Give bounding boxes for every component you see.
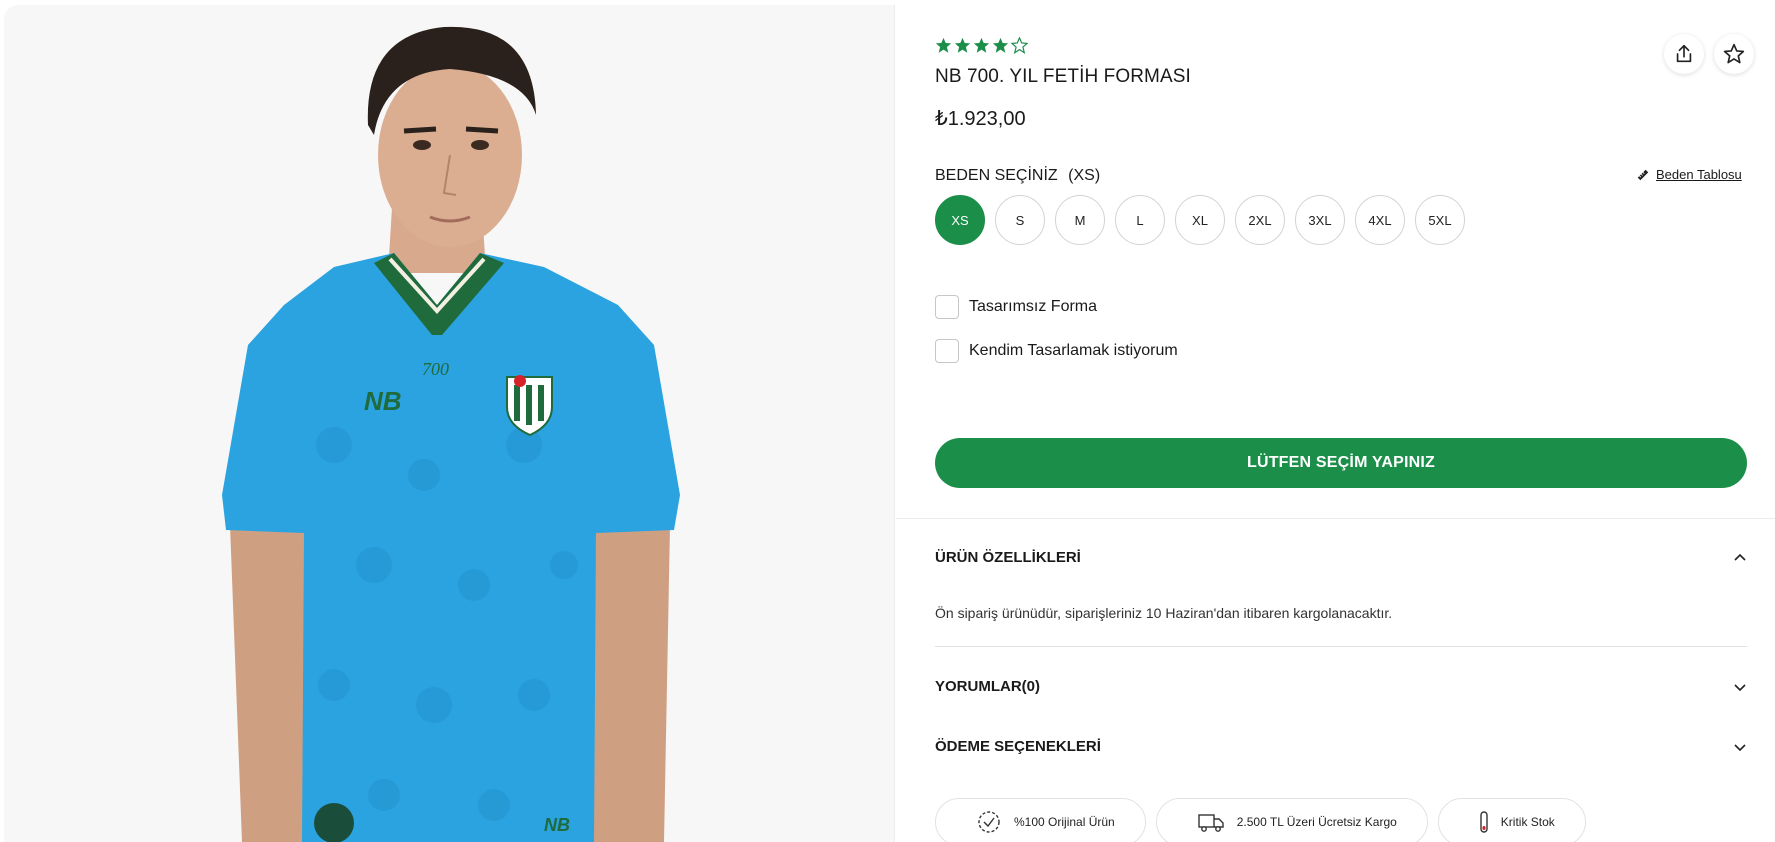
size-option-s[interactable]: S <box>995 195 1045 245</box>
size-option-4xl[interactable]: 4XL <box>1355 195 1405 245</box>
star-empty-icon <box>1011 37 1028 54</box>
share-icon <box>1676 44 1692 63</box>
chevron-down-icon <box>1734 743 1746 751</box>
favorite-button[interactable] <box>1714 34 1754 74</box>
size-option-l[interactable]: L <box>1115 195 1165 245</box>
rating-stars <box>935 37 1028 54</box>
stock-level-icon <box>1480 811 1488 833</box>
size-option-m[interactable]: M <box>1055 195 1105 245</box>
star-filled-icon <box>935 37 952 53</box>
no-design-checkbox[interactable] <box>935 295 959 319</box>
size-option-2xl[interactable]: 2XL <box>1235 195 1285 245</box>
chevron-up-icon <box>1734 553 1746 561</box>
section-divider <box>896 518 1775 519</box>
size-option-xs[interactable]: XS <box>935 195 985 245</box>
accordion-divider <box>935 646 1747 647</box>
original-seal-icon <box>978 811 1000 833</box>
size-table-label: Beden Tablosu <box>1656 167 1742 182</box>
size-option-xl[interactable]: XL <box>1175 195 1225 245</box>
product-photo: NB 700 NB <box>222 26 680 842</box>
chevron-down-icon <box>1734 683 1746 691</box>
custom-design-checkbox[interactable] <box>935 339 959 363</box>
option-no-design[interactable]: Tasarımsız Forma <box>935 295 1097 319</box>
reviews-title: YORUMLAR(0) <box>935 678 1040 695</box>
accordion-features-header[interactable]: ÜRÜN ÖZELLİKLERİ <box>935 549 1747 566</box>
svg-text:NB: NB <box>364 386 402 416</box>
star-filled-icon <box>973 37 990 53</box>
panel-divider <box>894 5 895 842</box>
badge-stock-label: Kritik Stok <box>1500 815 1555 829</box>
badge-shipping-label: 2.500 TL Üzeri Ücretsiz Kargo <box>1236 815 1397 829</box>
payment-title: ÖDEME SEÇENEKLERİ <box>935 738 1101 755</box>
size-selector-label: BEDEN SEÇİNİZ (XS) <box>935 167 1100 185</box>
share-button[interactable] <box>1664 34 1704 74</box>
features-body: Ön sipariş ürünüdür, siparişleriniz 10 H… <box>935 605 1393 621</box>
accordion-payment-header[interactable]: ÖDEME SEÇENEKLERİ <box>935 738 1747 755</box>
product-info-panel: NB 700. YIL FETİH FORMASI ₺1.923,00 BEDE… <box>896 0 1775 842</box>
ruler-icon <box>1637 169 1649 180</box>
option-custom-design[interactable]: Kendim Tasarlamak istiyorum <box>935 339 1178 363</box>
product-price: ₺1.923,00 <box>935 108 1026 130</box>
badge-original-label: %100 Orijinal Ürün <box>1014 815 1115 829</box>
size-table-link[interactable]: Beden Tablosu <box>1636 167 1742 182</box>
truck-icon <box>1198 814 1224 832</box>
no-design-label: Tasarımsız Forma <box>969 298 1098 315</box>
star-filled-icon <box>954 37 971 53</box>
add-to-cart-button[interactable]: LÜTFEN SEÇİM YAPINIZ <box>935 438 1747 488</box>
star-icon <box>1723 43 1745 64</box>
badge-shipping: 2.500 TL Üzeri Ücretsiz Kargo <box>1155 798 1428 842</box>
features-title: ÜRÜN ÖZELLİKLERİ <box>935 549 1081 566</box>
badge-original: %100 Orijinal Ürün <box>935 798 1146 842</box>
selected-size-text: (XS) <box>1068 167 1101 184</box>
product-title: NB 700. YIL FETİH FORMASI <box>935 66 1191 87</box>
size-option-5xl[interactable]: 5XL <box>1415 195 1465 245</box>
product-image-panel[interactable]: NB 700 NB <box>4 5 894 842</box>
size-options: XS S M L XL 2XL 3XL 4XL 5XL <box>935 195 1465 245</box>
accordion-reviews-header[interactable]: YORUMLAR(0) <box>935 678 1747 695</box>
svg-text:700: 700 <box>422 359 449 379</box>
svg-text:NB: NB <box>544 815 570 835</box>
size-label-text: BEDEN SEÇİNİZ <box>935 167 1058 184</box>
size-option-3xl[interactable]: 3XL <box>1295 195 1345 245</box>
star-filled-icon <box>992 37 1009 53</box>
trust-badges: %100 Orijinal Ürün 2.500 TL Üzeri Ücrets… <box>935 798 1586 842</box>
badge-stock: Kritik Stok <box>1437 798 1586 842</box>
custom-design-label: Kendim Tasarlamak istiyorum <box>969 342 1178 359</box>
